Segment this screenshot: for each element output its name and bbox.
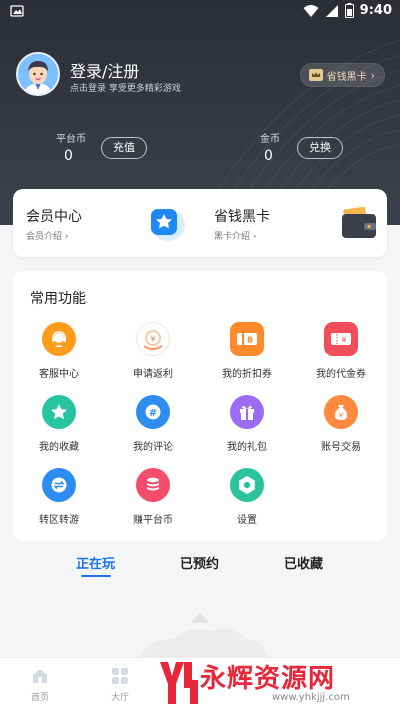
nav-hall[interactable]: 大厅: [90, 666, 150, 703]
my-favorites-button[interactable]: 我的收藏: [19, 395, 99, 453]
signal-icon: [325, 4, 338, 17]
settings-button[interactable]: 设置: [207, 468, 287, 526]
apply-rebate-label: 申请返利: [133, 369, 173, 380]
black-card-intro: 黑卡介绍 ›: [214, 229, 257, 242]
voucher-button[interactable]: ¥ 我的代金券: [301, 322, 381, 380]
platform-coin-value: 0: [64, 148, 73, 164]
black-card-intro-label: 黑卡介绍: [214, 232, 251, 242]
nav-hall-label: 大厅: [110, 693, 129, 703]
transfer-icon: [42, 468, 76, 502]
svg-text:B: B: [247, 336, 253, 345]
account-trade-label: 账号交易: [321, 442, 361, 453]
my-gifts-button[interactable]: 我的礼包: [207, 395, 287, 453]
money-bag-icon: ¥: [324, 395, 358, 429]
tab-playing[interactable]: 正在玩: [76, 553, 115, 572]
discount-coupon-button[interactable]: B 我的折扣券: [207, 322, 287, 380]
gold-coin-label: 金币: [260, 134, 280, 145]
black-card-title: 省钱黑卡: [214, 209, 270, 225]
voucher-label: 我的代金券: [316, 369, 366, 380]
login-title[interactable]: 登录/注册: [70, 58, 139, 82]
svg-text:#: #: [149, 408, 157, 419]
recharge-button[interactable]: 充值: [101, 137, 147, 159]
apply-rebate-button[interactable]: ¥ 申请返利: [113, 322, 193, 380]
wallet-card-icon: [340, 205, 380, 245]
site-watermark: 永辉资源网 www.yhkjjj.com: [156, 656, 400, 711]
member-badge-icon: [146, 203, 186, 247]
common-functions-title: 常用功能: [30, 291, 86, 307]
vip-card-label: 省钱黑卡: [326, 71, 367, 83]
earn-platform-coin-button[interactable]: 赚平台币: [113, 468, 193, 526]
member-center-intro: 会员介绍 ›: [26, 229, 69, 242]
svg-text:¥: ¥: [341, 336, 346, 345]
login-subtitle: 点击登录 享受更多精彩游戏: [70, 84, 181, 94]
nav-home-label: 首页: [30, 693, 49, 703]
gift-icon: [230, 395, 264, 429]
empty-state-illustration: [0, 585, 400, 657]
vip-card-button[interactable]: 省钱黑卡 ›: [299, 63, 385, 87]
chevron-right-icon: ›: [64, 232, 69, 242]
wifi-icon: [303, 4, 319, 17]
customer-service-label: 客服中心: [39, 369, 79, 380]
tab-reserved[interactable]: 已预约: [180, 553, 219, 572]
account-trade-button[interactable]: ¥ 账号交易: [301, 395, 381, 453]
chevron-right-icon: ›: [370, 68, 375, 82]
avatar[interactable]: [16, 52, 60, 96]
tab-favorited[interactable]: 已收藏: [284, 553, 323, 572]
member-center-intro-label: 会员介绍: [26, 232, 63, 242]
svg-text:¥: ¥: [150, 335, 155, 344]
grid-icon: [110, 666, 130, 686]
rebate-icon: ¥: [136, 322, 170, 356]
battery-icon: [344, 3, 354, 18]
watermark-text: 永辉资源网: [200, 664, 336, 694]
status-time: 9:40: [359, 3, 392, 18]
gold-coin-value: 0: [264, 148, 273, 164]
my-gifts-label: 我的礼包: [227, 442, 267, 453]
notification-icon: [10, 4, 24, 21]
nav-home[interactable]: 首页: [10, 666, 70, 703]
member-center-entry[interactable]: 会员中心 会员介绍 ›: [13, 189, 200, 257]
comment-icon: #: [136, 395, 170, 429]
watermark-logo-icon: [160, 662, 198, 704]
member-center-title: 会员中心: [26, 209, 82, 225]
customer-service-icon: [42, 322, 76, 356]
chevron-right-icon: ›: [252, 232, 257, 242]
watermark-url: www.yhkjjj.com: [272, 692, 350, 703]
exchange-button[interactable]: 兑换: [297, 137, 343, 159]
platform-coin-label: 平台币: [56, 134, 86, 145]
transfer-game-label: 转区转游: [39, 515, 79, 526]
my-favorites-label: 我的收藏: [39, 442, 79, 453]
earn-platform-coin-label: 赚平台币: [133, 515, 173, 526]
crown-icon: [308, 69, 323, 81]
black-card-entry[interactable]: 省钱黑卡 黑卡介绍 ›: [200, 189, 387, 257]
svg-text:¥: ¥: [339, 412, 344, 420]
settings-label: 设置: [237, 515, 257, 526]
my-comments-label: 我的评论: [133, 442, 173, 453]
voucher-icon: ¥: [324, 322, 358, 356]
status-bar: 9:40: [0, 0, 400, 24]
discount-coupon-icon: B: [230, 322, 264, 356]
star-icon: [42, 395, 76, 429]
home-icon: [30, 666, 50, 686]
discount-coupon-label: 我的折扣券: [222, 369, 272, 380]
my-comments-button[interactable]: # 我的评论: [113, 395, 193, 453]
common-functions-panel: 常用功能 客服中心 ¥ 申请返利 B 我的折扣券 ¥ 我的代金券 我的收藏 #: [13, 271, 387, 541]
member-card: 会员中心 会员介绍 › 省钱黑卡 黑卡介绍 ›: [13, 189, 387, 257]
customer-service-button[interactable]: 客服中心: [19, 322, 99, 380]
tab-active-indicator: [81, 575, 111, 577]
settings-icon: [230, 468, 264, 502]
coin-stack-icon: [136, 468, 170, 502]
transfer-game-button[interactable]: 转区转游: [19, 468, 99, 526]
